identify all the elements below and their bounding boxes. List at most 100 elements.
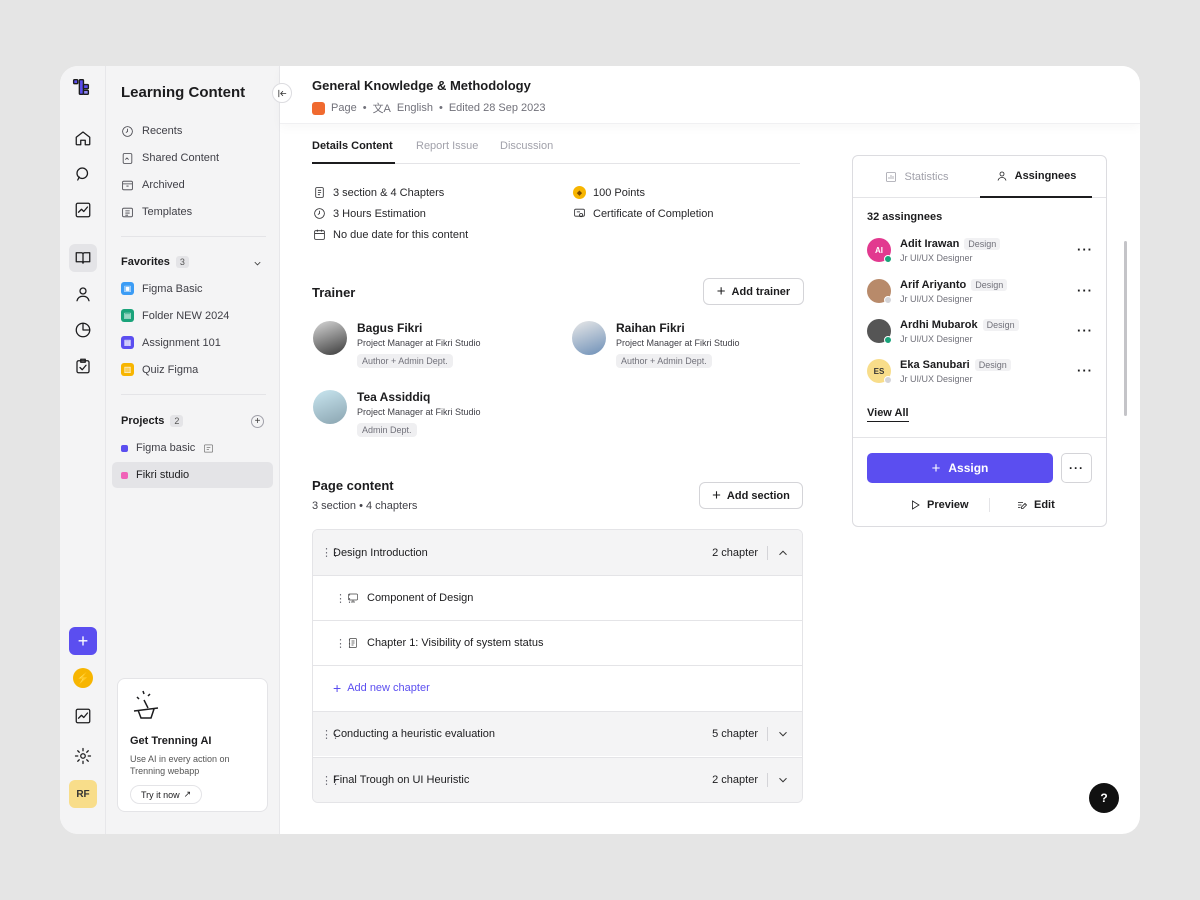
scrollbar[interactable] [1124, 241, 1127, 416]
tab-report-issue[interactable]: Report Issue [416, 140, 478, 164]
chapter-row[interactable]: ⋮⋮ Component of Design [313, 575, 802, 620]
section-row[interactable]: ⋮⋮ Final Trough on UI Heuristic 2 chapte… [313, 757, 802, 802]
document-icon [349, 638, 357, 648]
folder-icon: ▤ [121, 309, 134, 322]
sidebar-item-recents[interactable]: Recents [121, 123, 182, 139]
favorite-item[interactable]: ▦ Assignment 101 [121, 336, 221, 349]
tab-statistics[interactable]: Statistics [855, 156, 979, 198]
plus-icon: + [716, 283, 726, 300]
pie-chart-icon[interactable] [69, 316, 97, 344]
try-ai-button[interactable]: Try it now ↗ [130, 785, 203, 804]
clock-icon [314, 208, 325, 219]
assignee-row: Arif Ariyanto Design Jr UI/UX Designer ··… [867, 277, 1093, 307]
more-icon[interactable]: ··· [1077, 323, 1093, 338]
assignees-panel: Statistics Assingnees 32 assingnees AI A… [852, 155, 1107, 527]
share-icon [204, 443, 214, 453]
favorites-label: Favorites [121, 256, 170, 268]
sidebar-item-shared[interactable]: Shared Content [121, 150, 219, 166]
certificate-icon [574, 208, 585, 218]
divider [121, 394, 266, 395]
trainer-role: Project Manager at Fikri Studio [357, 338, 481, 348]
assignee-dept: Design [964, 238, 1001, 250]
assign-button[interactable]: + Assign [867, 453, 1053, 483]
clock-icon [122, 125, 133, 137]
collapse-sidebar-button[interactable] [272, 83, 292, 103]
chevron-down-icon[interactable] [776, 773, 790, 787]
activity-icon[interactable] [69, 196, 97, 224]
section-chapter-count: 2 chapter [712, 546, 758, 559]
preview-button[interactable]: Preview [909, 499, 969, 511]
favorites-header[interactable]: Favorites 3 [121, 256, 189, 268]
detail-due-text: No due date for this content [333, 228, 469, 241]
project-item-fikri-studio[interactable]: Fikri studio [112, 462, 273, 488]
favorite-item[interactable]: ▣ Figma Basic [121, 282, 203, 295]
content-tabs: Details Content Report Issue Discussion [312, 140, 800, 164]
bolt-icon[interactable]: ⚡ [73, 668, 93, 688]
sidebar-item-label: Templates [142, 206, 193, 218]
section-chapter-count: 2 chapter [712, 774, 758, 786]
projects-header[interactable]: Projects 2 [121, 415, 184, 427]
sidebar-item-archived[interactable]: Archived [121, 177, 185, 193]
chapter-title: Chapter 1: Visibility of system status [367, 637, 544, 649]
user-avatar[interactable]: RF [69, 780, 97, 808]
tab-discussion[interactable]: Discussion [500, 140, 553, 164]
create-button[interactable]: + [69, 627, 97, 655]
ai-card-desc: Use AI in every action on Trenning webap… [130, 754, 230, 776]
more-options-button[interactable]: ··· [1061, 453, 1092, 483]
chevron-down-icon[interactable] [252, 258, 263, 269]
drag-handle-icon[interactable]: ⋮⋮ [321, 774, 341, 787]
trainer-role: Project Manager at Fikri Studio [616, 338, 740, 348]
book-icon[interactable] [69, 244, 97, 272]
view-all-link[interactable]: View All [867, 407, 909, 422]
tab-details-content[interactable]: Details Content [312, 140, 395, 164]
avatar [867, 279, 892, 304]
project-item-figma-basic[interactable]: Figma basic [112, 435, 273, 461]
drag-handle-icon[interactable]: ⋮⋮ [321, 728, 341, 741]
file-icon: ▣ [121, 282, 134, 295]
user-icon[interactable] [69, 280, 97, 308]
drag-handle-icon[interactable]: ⋮⋮ [335, 592, 355, 605]
section-title: Design Introduction [333, 546, 428, 559]
add-chapter-row[interactable]: + Add new chapter [313, 665, 802, 710]
more-icon[interactable]: ··· [1077, 242, 1093, 257]
edit-label: Edit [1034, 499, 1055, 511]
section-row[interactable]: ⋮⋮ Design Introduction 2 chapter [313, 530, 802, 575]
page-language: English [396, 102, 433, 114]
chevron-up-icon[interactable] [776, 546, 790, 560]
divider [121, 236, 266, 237]
plus-icon: + [931, 459, 941, 477]
search-icon[interactable] [69, 160, 97, 188]
divider [767, 773, 768, 787]
more-icon[interactable]: ··· [1077, 363, 1093, 378]
chapter-row[interactable]: ⋮⋮ Chapter 1: Visibility of system statu… [313, 620, 802, 665]
divider [767, 727, 768, 741]
assignee-role: Jr UI/UX Designer [900, 334, 973, 344]
assignment-icon: ▦ [121, 336, 134, 349]
archive-icon [122, 180, 133, 190]
drag-handle-icon[interactable]: ⋮⋮ [321, 546, 341, 559]
detail-certificate: Certificate of Completion [573, 207, 713, 220]
add-project-icon[interactable]: + [251, 415, 264, 428]
favorite-item[interactable]: ▥ Quiz Figma [121, 363, 198, 376]
more-icon[interactable]: ··· [1077, 283, 1093, 298]
chevron-down-icon[interactable] [776, 727, 790, 741]
favorite-item[interactable]: ▤ Folder NEW 2024 [121, 309, 229, 322]
drag-handle-icon[interactable]: ⋮⋮ [335, 637, 355, 650]
settings-icon[interactable] [69, 742, 97, 770]
home-icon[interactable] [69, 124, 97, 152]
sidebar-item-templates[interactable]: Templates [121, 204, 192, 220]
clipboard-check-icon[interactable] [69, 352, 97, 380]
assignee-row: AI Adit Irawan Design Jr UI/UX Designer ·… [867, 236, 1093, 266]
page-edited: Edited 28 Sep 2023 [448, 102, 546, 114]
edit-button[interactable]: Edit [1016, 499, 1055, 511]
tab-assignees[interactable]: Assingnees [980, 156, 1092, 198]
edit-icon [1018, 502, 1028, 509]
add-section-button[interactable]: + Add section [699, 482, 803, 509]
analytics-icon[interactable] [69, 702, 97, 730]
add-trainer-button[interactable]: + Add trainer [703, 278, 804, 305]
add-trainer-label: Add trainer [731, 285, 791, 298]
section-row[interactable]: ⋮⋮ Conducting a heuristic evaluation 5 c… [313, 711, 802, 756]
help-button[interactable]: ? [1089, 783, 1119, 813]
sidebar-item-label: Archived [142, 179, 185, 191]
shared-icon [122, 152, 133, 164]
